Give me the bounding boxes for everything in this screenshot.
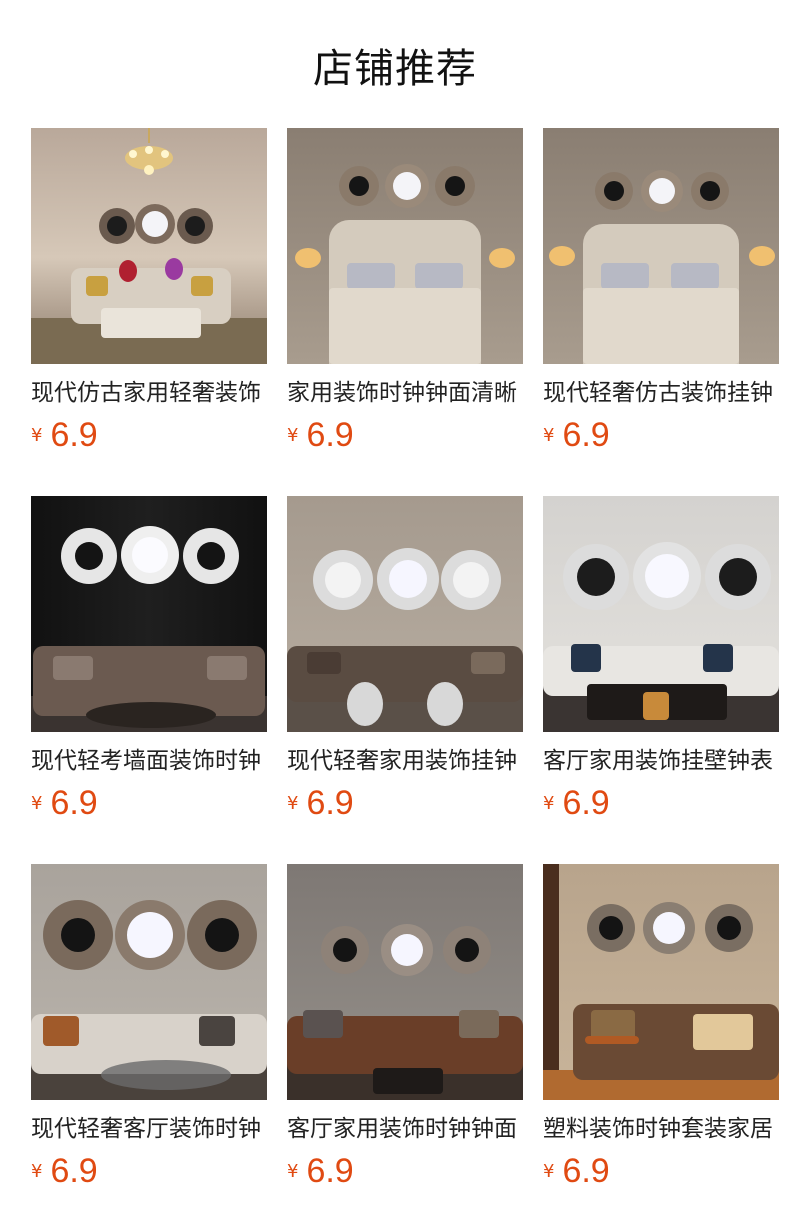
product-image[interactable]: [287, 496, 523, 732]
currency-symbol: ¥: [287, 425, 299, 446]
product-name[interactable]: 客厅家用装饰挂壁钟表: [543, 746, 779, 776]
product-image[interactable]: [543, 864, 779, 1100]
product-image[interactable]: [543, 496, 779, 732]
product-price: ¥6.9: [31, 1152, 267, 1192]
product-image[interactable]: [287, 864, 523, 1100]
currency-symbol: ¥: [287, 1161, 299, 1182]
currency-symbol: ¥: [31, 425, 43, 446]
product-name[interactable]: 现代轻考墙面装饰时钟: [31, 746, 267, 776]
product-card[interactable]: 现代轻考墙面装饰时钟 ¥6.9: [31, 496, 267, 824]
product-price: ¥6.9: [543, 784, 779, 824]
price-value: 6.9: [306, 416, 354, 454]
currency-symbol: ¥: [543, 793, 555, 814]
product-name[interactable]: 塑料装饰时钟套装家居: [543, 1114, 779, 1144]
price-value: 6.9: [562, 1152, 610, 1190]
product-card[interactable]: 现代轻奢仿古装饰挂钟 ¥6.9: [543, 128, 779, 456]
product-image[interactable]: [31, 496, 267, 732]
product-image[interactable]: [31, 864, 267, 1100]
product-price: ¥6.9: [287, 416, 523, 456]
product-card[interactable]: 塑料装饰时钟套装家居 ¥6.9: [543, 864, 779, 1192]
product-card[interactable]: 客厅家用装饰挂壁钟表 ¥6.9: [543, 496, 779, 824]
price-value: 6.9: [562, 416, 610, 454]
product-image[interactable]: [31, 128, 267, 364]
product-name[interactable]: 客厅家用装饰时钟钟面: [287, 1114, 523, 1144]
product-name[interactable]: 现代轻奢家用装饰挂钟: [287, 746, 523, 776]
product-card[interactable]: 现代轻奢家用装饰挂钟 ¥6.9: [287, 496, 523, 824]
price-value: 6.9: [306, 784, 354, 822]
section-title: 店铺推荐: [313, 46, 477, 92]
product-price: ¥6.9: [287, 1152, 523, 1192]
product-card[interactable]: 家用装饰时钟钟面清晰 ¥6.9: [287, 128, 523, 456]
price-value: 6.9: [306, 1152, 354, 1190]
product-name[interactable]: 现代轻奢仿古装饰挂钟: [543, 378, 779, 408]
currency-symbol: ¥: [31, 1161, 43, 1182]
currency-symbol: ¥: [543, 425, 555, 446]
product-name[interactable]: 现代仿古家用轻奢装饰: [31, 378, 267, 408]
currency-symbol: ¥: [543, 1161, 555, 1182]
product-price: ¥6.9: [543, 416, 779, 456]
currency-symbol: ¥: [287, 793, 299, 814]
currency-symbol: ¥: [31, 793, 43, 814]
price-value: 6.9: [50, 416, 98, 454]
price-value: 6.9: [50, 784, 98, 822]
product-image[interactable]: [287, 128, 523, 364]
product-image[interactable]: [543, 128, 779, 364]
product-price: ¥6.9: [287, 784, 523, 824]
product-price: ¥6.9: [31, 784, 267, 824]
product-name[interactable]: 现代轻奢客厅装饰时钟: [31, 1114, 267, 1144]
product-card[interactable]: 现代轻奢客厅装饰时钟 ¥6.9: [31, 864, 267, 1192]
product-card[interactable]: 客厅家用装饰时钟钟面 ¥6.9: [287, 864, 523, 1192]
price-value: 6.9: [562, 784, 610, 822]
product-name[interactable]: 家用装饰时钟钟面清晰: [287, 378, 523, 408]
price-value: 6.9: [50, 1152, 98, 1190]
product-price: ¥6.9: [543, 1152, 779, 1192]
product-card[interactable]: 现代仿古家用轻奢装饰 ¥6.9: [31, 128, 267, 456]
product-price: ¥6.9: [31, 416, 267, 456]
